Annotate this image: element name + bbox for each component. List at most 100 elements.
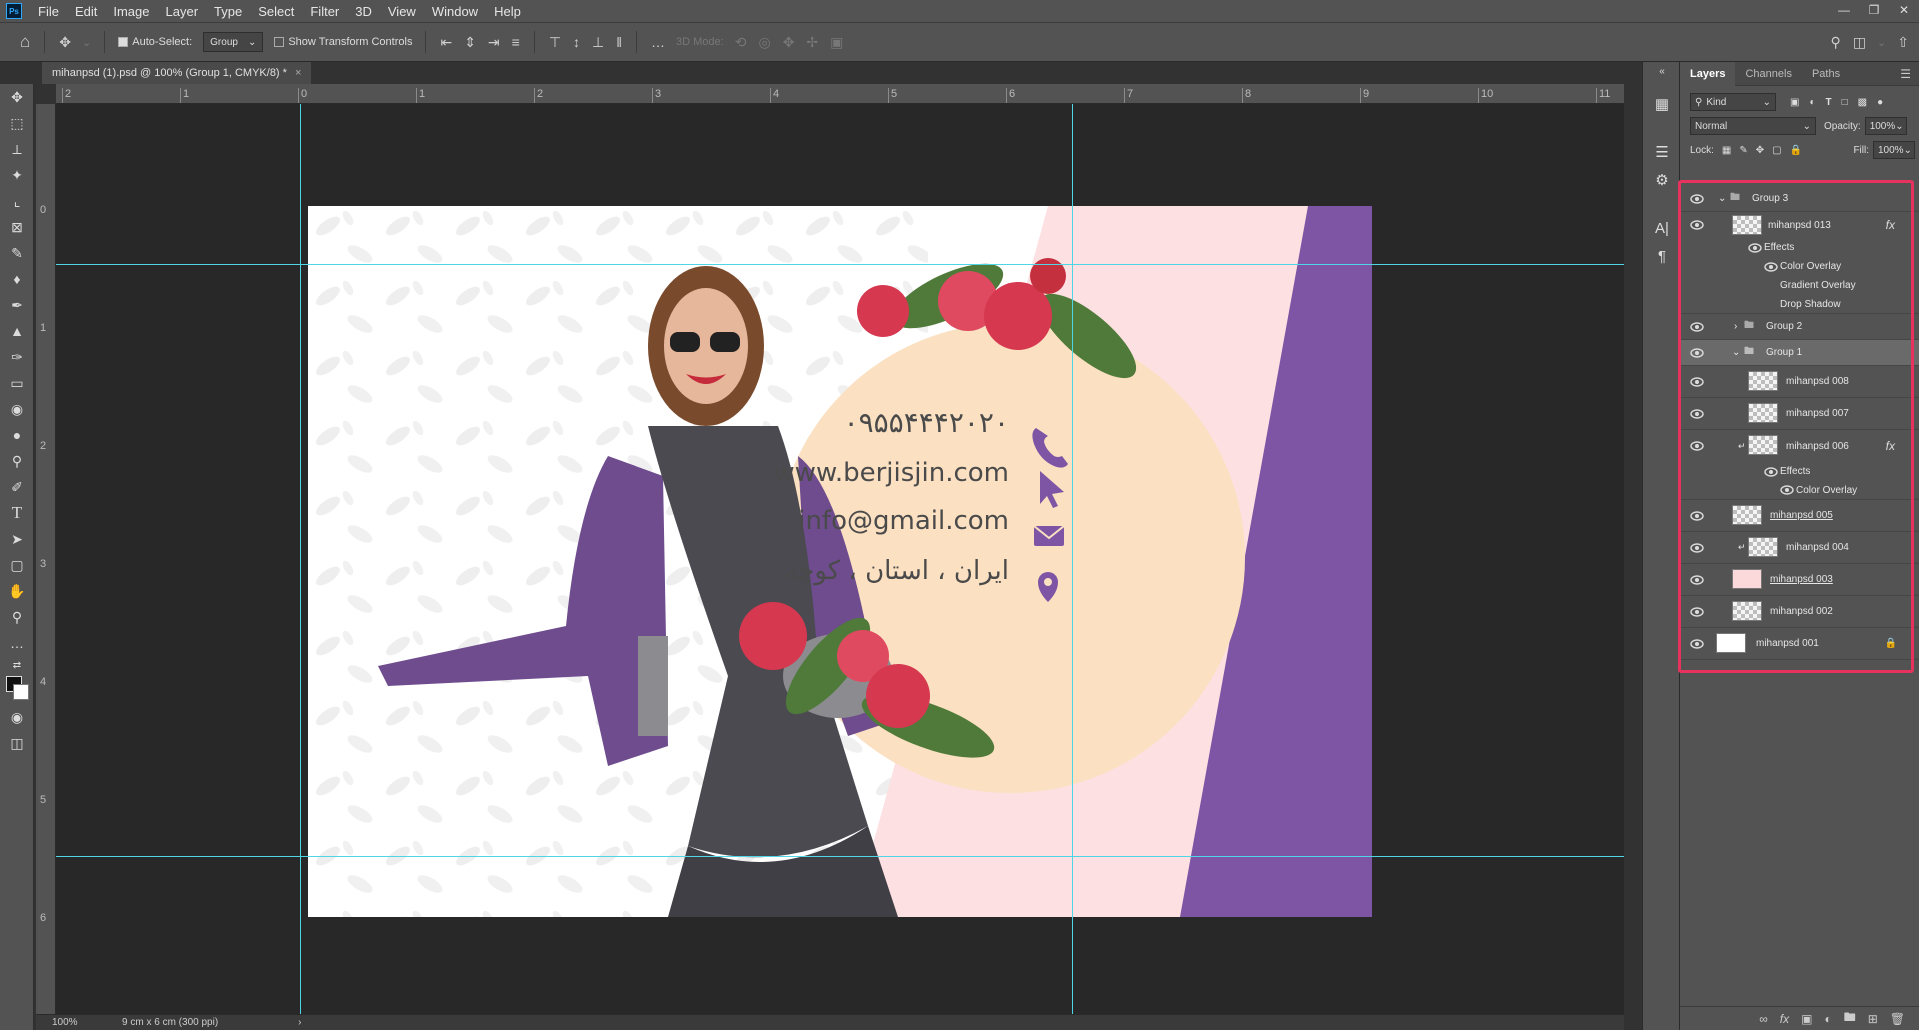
- brush-tool-icon[interactable]: ✒: [0, 292, 34, 318]
- guide-vertical[interactable]: [300, 104, 301, 1014]
- menu-edit[interactable]: Edit: [67, 4, 105, 19]
- minimize-icon[interactable]: —: [1829, 0, 1859, 22]
- lock-image-icon[interactable]: ✎: [1739, 145, 1747, 156]
- 3d-roll-icon[interactable]: ◎: [758, 34, 770, 51]
- menu-type[interactable]: Type: [206, 4, 250, 19]
- libraries-icon[interactable]: ▦: [1643, 90, 1681, 118]
- add-style-icon[interactable]: fx: [1780, 1012, 1789, 1026]
- history-icon[interactable]: ☰: [1643, 138, 1681, 166]
- distribute-icon[interactable]: ≡: [512, 34, 520, 50]
- screen-mode-icon[interactable]: ◫: [0, 730, 34, 756]
- move-tool-icon[interactable]: ✥: [0, 84, 34, 110]
- lock-artboard-icon[interactable]: ▢: [1772, 145, 1781, 156]
- menu-layer[interactable]: Layer: [158, 4, 207, 19]
- align-right-icon[interactable]: ⇥: [488, 34, 500, 51]
- path-selection-icon[interactable]: ➤: [0, 526, 34, 552]
- more-options-icon[interactable]: …: [651, 34, 665, 50]
- menu-help[interactable]: Help: [486, 4, 529, 19]
- close-tab-icon[interactable]: ×: [295, 67, 301, 79]
- lock-position-icon[interactable]: ✥: [1756, 145, 1764, 156]
- frame-tool-icon[interactable]: ⊠: [0, 214, 34, 240]
- tab-paths[interactable]: Paths: [1802, 62, 1850, 86]
- align-left-icon[interactable]: ⇤: [440, 34, 452, 51]
- zoom-tool-icon[interactable]: ⚲: [0, 604, 34, 630]
- auto-select-dropdown[interactable]: Group ⌄: [203, 32, 264, 52]
- new-adjustment-icon[interactable]: ◐: [1824, 1012, 1831, 1026]
- delete-layer-icon[interactable]: 🗑: [1890, 1012, 1905, 1026]
- 3d-slide-icon[interactable]: ✢: [806, 34, 818, 51]
- panel-menu-icon[interactable]: ☰: [1900, 67, 1911, 81]
- home-icon[interactable]: ⌂: [20, 32, 30, 52]
- type-tool-icon[interactable]: T: [0, 500, 34, 526]
- healing-brush-icon[interactable]: ♦: [0, 266, 34, 292]
- marquee-tool-icon[interactable]: ⬚: [0, 110, 34, 136]
- lasso-tool-icon[interactable]: ⟂: [0, 136, 34, 162]
- fill-input[interactable]: 100% ⌄: [1873, 141, 1915, 159]
- swap-colors-icon[interactable]: ⇄: [0, 656, 34, 674]
- history-brush-icon[interactable]: ✑: [0, 344, 34, 370]
- stamp-tool-icon[interactable]: ▲: [0, 318, 34, 344]
- tab-channels[interactable]: Channels: [1735, 62, 1801, 86]
- magic-wand-icon[interactable]: ✦: [0, 162, 34, 188]
- menu-3d[interactable]: 3D: [347, 4, 380, 19]
- chevron-down-icon[interactable]: ⌄: [1877, 36, 1886, 49]
- 3d-rotate-icon[interactable]: ⟲: [735, 34, 747, 51]
- quick-mask-icon[interactable]: ◉: [0, 704, 34, 730]
- shape-tool-icon[interactable]: ▢: [0, 552, 34, 578]
- guide-horizontal[interactable]: [56, 264, 1624, 265]
- tab-layers[interactable]: Layers: [1680, 61, 1736, 86]
- filter-smart-icon[interactable]: ▩: [1858, 97, 1867, 108]
- pen-tool-icon[interactable]: ✐: [0, 474, 34, 500]
- auto-select-checkbox[interactable]: Auto-Select:: [118, 36, 192, 48]
- menu-window[interactable]: Window: [424, 4, 486, 19]
- filter-adjustment-icon[interactable]: ◐: [1809, 97, 1815, 108]
- restore-icon[interactable]: ❐: [1859, 0, 1889, 22]
- adjustments-icon[interactable]: ⚙: [1643, 166, 1681, 194]
- workspace-icon[interactable]: ◫: [1853, 34, 1866, 51]
- 3d-drag-icon[interactable]: ✥: [783, 34, 795, 51]
- align-center-icon[interactable]: ⇕: [464, 34, 476, 51]
- menu-filter[interactable]: Filter: [302, 4, 347, 19]
- zoom-level[interactable]: 100%: [52, 1017, 112, 1028]
- new-group-icon[interactable]: 🖿: [1844, 1008, 1856, 1029]
- opacity-input[interactable]: 100% ⌄: [1864, 117, 1907, 135]
- document-tab[interactable]: mihanpsd (1).psd @ 100% (Group 1, CMYK/8…: [42, 62, 312, 84]
- add-mask-icon[interactable]: ▣: [1801, 1012, 1812, 1026]
- blend-mode-dropdown[interactable]: Normal ⌄: [1690, 117, 1816, 135]
- guide-vertical[interactable]: [1072, 104, 1073, 1014]
- chevron-down-icon[interactable]: ⌄: [82, 36, 91, 49]
- lock-transparent-icon[interactable]: ▦: [1722, 145, 1731, 156]
- share-icon[interactable]: ⇧: [1897, 34, 1909, 51]
- 3d-scale-icon[interactable]: ▣: [830, 34, 843, 51]
- move-tool-icon[interactable]: ✥: [59, 34, 71, 51]
- align-top-icon[interactable]: ⊤: [549, 34, 561, 51]
- new-layer-icon[interactable]: ⊞: [1868, 1012, 1878, 1026]
- menu-image[interactable]: Image: [105, 4, 157, 19]
- paint-bucket-icon[interactable]: ◉: [0, 396, 34, 422]
- menu-file[interactable]: File: [30, 4, 67, 19]
- filter-type-icon[interactable]: T: [1826, 97, 1832, 108]
- eraser-tool-icon[interactable]: ▭: [0, 370, 34, 396]
- color-swatches[interactable]: [0, 674, 34, 704]
- lock-all-icon[interactable]: 🔒: [1790, 145, 1802, 156]
- paragraph-icon[interactable]: ¶: [1643, 242, 1681, 270]
- align-bottom-icon[interactable]: ⊥: [592, 34, 604, 51]
- filter-pixel-icon[interactable]: ▣: [1790, 97, 1799, 108]
- show-transform-checkbox[interactable]: Show Transform Controls: [274, 36, 412, 48]
- blur-tool-icon[interactable]: ●: [0, 422, 34, 448]
- close-icon[interactable]: ✕: [1889, 0, 1919, 22]
- guide-horizontal[interactable]: [56, 856, 1624, 857]
- status-arrow-icon[interactable]: ›: [298, 1017, 301, 1028]
- character-icon[interactable]: A|: [1643, 214, 1681, 242]
- more-tools-icon[interactable]: …: [0, 630, 34, 656]
- distribute-vertical-icon[interactable]: ‖: [616, 34, 622, 50]
- align-middle-icon[interactable]: ↕: [573, 34, 580, 50]
- collapse-arrows-icon[interactable]: «: [1643, 62, 1681, 80]
- filter-kind-dropdown[interactable]: ⚲ Kind ⌄: [1690, 93, 1776, 111]
- dodge-tool-icon[interactable]: ⚲: [0, 448, 34, 474]
- hand-tool-icon[interactable]: ✋: [0, 578, 34, 604]
- filter-shape-icon[interactable]: □: [1842, 97, 1848, 108]
- filter-toggle-icon[interactable]: ●: [1877, 97, 1883, 108]
- menu-select[interactable]: Select: [250, 4, 302, 19]
- search-icon[interactable]: ⚲: [1831, 34, 1841, 51]
